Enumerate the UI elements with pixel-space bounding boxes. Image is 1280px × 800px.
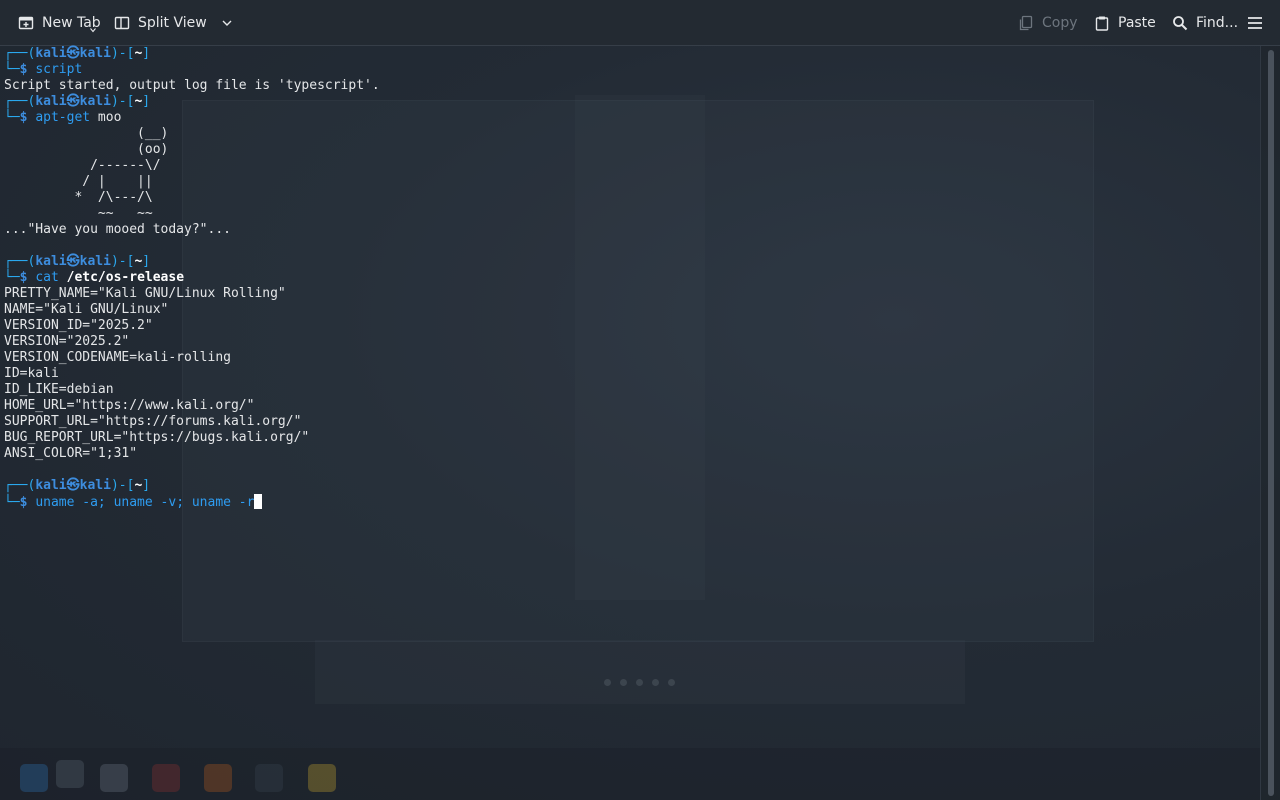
find-button[interactable]: Find... [1164, 7, 1246, 39]
paste-button[interactable]: Paste [1086, 7, 1164, 39]
output-line: /------\/ [4, 158, 161, 173]
output-line: Script started, output log file is 'type… [4, 78, 380, 93]
split-view-label: Split View [138, 15, 207, 31]
paste-icon [1094, 15, 1110, 31]
copy-label: Copy [1042, 15, 1078, 31]
command-text: cat [35, 270, 59, 285]
output-line: BUG_REPORT_URL="https://bugs.kali.org/" [4, 430, 310, 445]
new-tab-icon [18, 15, 34, 31]
command-line: └─$ script [4, 62, 83, 77]
output-line: ANSI_COLOR="1;31" [4, 446, 138, 461]
output-line: SUPPORT_URL="https://forums.kali.org/" [4, 414, 302, 429]
split-view-icon [114, 15, 130, 31]
prompt-line: ┌──(kali㉿kali)-[~] [4, 478, 151, 493]
output-line: ID=kali [4, 366, 59, 381]
command-line: └─$ apt-get moo [4, 110, 122, 125]
command-argument: moo [90, 110, 122, 125]
command-input-text: uname -a; uname -v; uname - [35, 495, 247, 510]
output-line: PRETTY_NAME="Kali GNU/Linux Rolling" [4, 286, 286, 301]
output-line: HOME_URL="https://www.kali.org/" [4, 398, 255, 413]
terminal-output[interactable]: ┌──(kali㉿kali)-[~] └─$ script Script sta… [0, 46, 1260, 800]
prompt-line: ┌──(kali㉿kali)-[~] [4, 94, 151, 109]
active-command-line[interactable]: └─$ uname -a; uname -v; uname -r [4, 494, 1260, 510]
new-tab-menu-arrow-icon[interactable] [90, 27, 96, 33]
desktop: New Tab Split View Copy Paste Find... ┌─… [0, 0, 1280, 800]
copy-icon [1018, 15, 1034, 31]
scrollbar-thumb[interactable] [1268, 50, 1274, 796]
output-line: ID_LIKE=debian [4, 382, 114, 397]
output-line: NAME="Kali GNU/Linux" [4, 302, 169, 317]
find-label: Find... [1196, 15, 1239, 31]
command-argument: /etc/os-release [66, 270, 185, 285]
output-line: VERSION_CODENAME=kali-rolling [4, 350, 231, 365]
hamburger-menu-icon [1247, 15, 1263, 31]
vertical-scrollbar[interactable] [1260, 46, 1280, 800]
output-line: VERSION_ID="2025.2" [4, 318, 153, 333]
split-view-button[interactable]: Split View [106, 7, 241, 39]
command-text: script [35, 62, 83, 77]
output-line: * /\---/\ [4, 190, 153, 205]
output-line: ..."Have you mooed today?"... [4, 222, 231, 237]
new-tab-button[interactable]: New Tab [10, 7, 109, 39]
output-line: (oo) [4, 142, 169, 157]
command-line: └─$ cat /etc/os-release [4, 270, 185, 285]
text-cursor [254, 494, 263, 509]
paste-label: Paste [1118, 15, 1156, 31]
chevron-down-icon [221, 17, 233, 29]
menu-button[interactable] [1241, 7, 1269, 39]
cursor-character: r [246, 495, 255, 510]
command-text: apt-get [35, 110, 91, 125]
prompt-line: ┌──(kali㉿kali)-[~] [4, 46, 151, 61]
output-line: / | || [4, 174, 153, 189]
search-icon [1172, 15, 1188, 31]
terminal-toolbar: New Tab Split View Copy Paste Find... [0, 0, 1280, 46]
output-line: VERSION="2025.2" [4, 334, 130, 349]
copy-button[interactable]: Copy [1010, 7, 1086, 39]
prompt-line: ┌──(kali㉿kali)-[~] [4, 254, 151, 269]
output-line: ~~ ~~ [4, 206, 153, 221]
output-line: (__) [4, 126, 169, 141]
